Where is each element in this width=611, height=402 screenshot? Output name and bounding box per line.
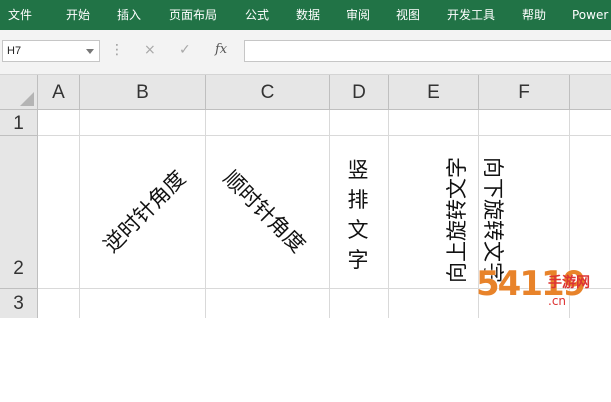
tab-help[interactable]: 帮助	[522, 0, 546, 30]
name-box[interactable]: H7	[2, 40, 100, 62]
watermark-logo: 54119 手游网 .cn	[476, 264, 611, 318]
chevron-down-icon[interactable]	[86, 49, 94, 54]
formula-input[interactable]	[244, 40, 611, 62]
gridline	[388, 110, 389, 318]
enter-icon[interactable]: ✓	[179, 42, 191, 58]
select-all-icon	[20, 92, 34, 106]
tab-insert[interactable]: 插入	[117, 0, 141, 30]
watermark-domain: .cn	[548, 294, 567, 308]
row-header-1[interactable]: 1	[0, 110, 38, 136]
cell-e2[interactable]: 向上旋转文字	[441, 157, 471, 283]
ribbon-tab-bar: 文件 开始 插入 页面布局 公式 数据 审阅 视图 开发工具 帮助 Power	[0, 0, 611, 30]
tab-power[interactable]: Power	[572, 0, 608, 30]
tab-home[interactable]: 开始	[66, 0, 90, 30]
row-header-3[interactable]: 3	[0, 289, 38, 318]
column-header-d[interactable]: D	[330, 75, 389, 110]
column-header-a[interactable]: A	[38, 75, 80, 110]
tab-formulas[interactable]: 公式	[245, 0, 269, 30]
gridline	[205, 110, 206, 318]
cell-d2[interactable]: 竖排文字	[346, 155, 370, 275]
watermark-site: 手游网	[548, 275, 590, 291]
gridline	[79, 110, 80, 318]
select-all-button[interactable]	[0, 75, 38, 110]
tab-developer[interactable]: 开发工具	[447, 0, 495, 30]
row-header-2[interactable]: 2	[0, 136, 38, 289]
column-header-f[interactable]: F	[479, 75, 570, 110]
insert-function-icon[interactable]: fx	[215, 42, 227, 57]
tab-view[interactable]: 视图	[396, 0, 420, 30]
column-header-g[interactable]	[570, 75, 611, 110]
cancel-icon[interactable]: ×	[144, 42, 156, 58]
gridline	[38, 135, 611, 136]
column-header-c[interactable]: C	[206, 75, 330, 110]
gridline	[329, 110, 330, 318]
cell-c2[interactable]: 顺时针角度	[217, 163, 312, 258]
tab-file[interactable]: 文件	[8, 0, 32, 30]
column-header-e[interactable]: E	[389, 75, 479, 110]
cell-d2-char: 字	[347, 248, 369, 272]
cell-b2[interactable]: 逆时针角度	[96, 163, 191, 258]
formula-bar: H7 ⋮ × ✓ fx	[0, 30, 611, 75]
drag-handle-icon[interactable]: ⋮	[110, 42, 124, 58]
tab-review[interactable]: 审阅	[346, 0, 370, 30]
tab-data[interactable]: 数据	[296, 0, 320, 30]
name-box-value: H7	[7, 45, 22, 57]
cell-d2-char: 排	[347, 188, 369, 212]
column-header-b[interactable]: B	[80, 75, 206, 110]
cell-d2-char: 竖	[347, 158, 369, 182]
tab-page-layout[interactable]: 页面布局	[169, 0, 217, 30]
cell-d2-char: 文	[347, 218, 369, 242]
